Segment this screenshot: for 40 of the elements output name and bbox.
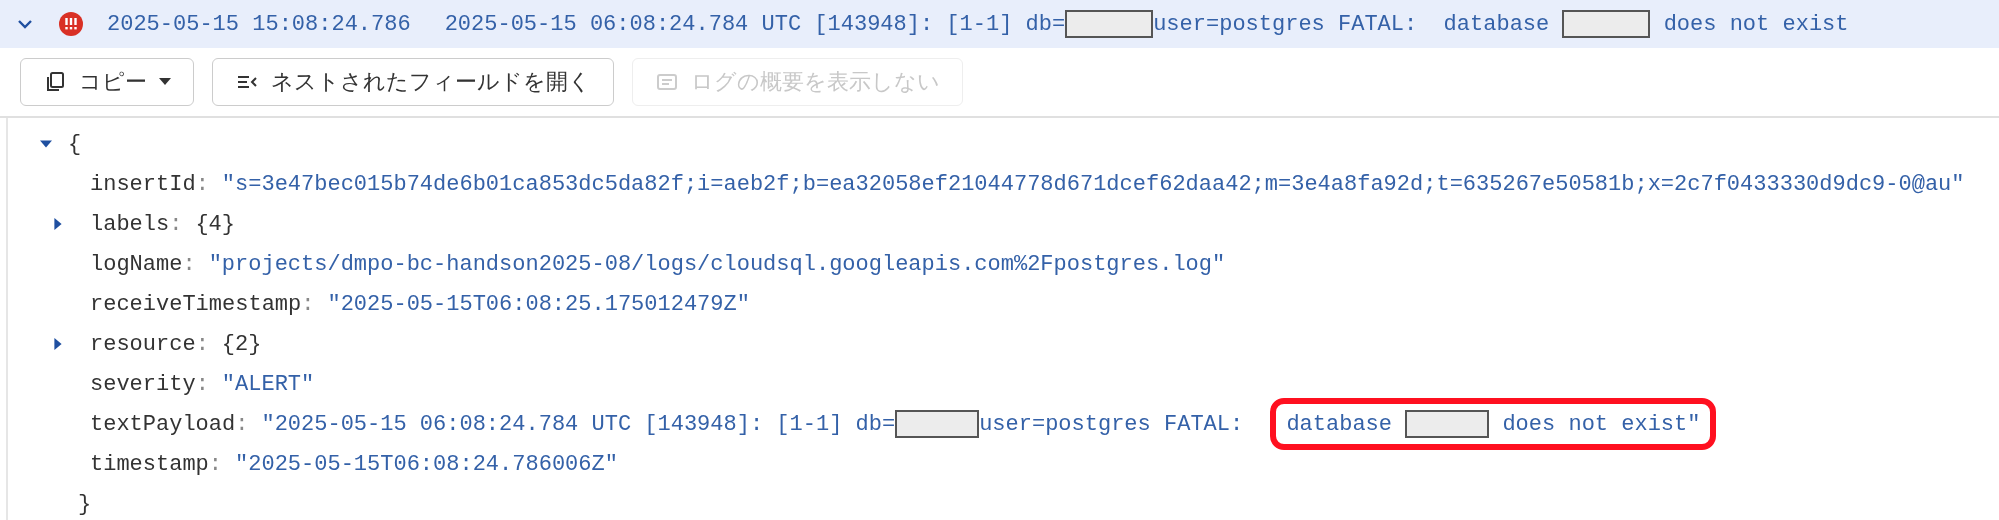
colon: : <box>182 251 196 277</box>
field-value: "s=3e47bec015b74de6b01ca853dc5da82f;i=aeb2f;b=ea32058ef21044778d671dcef62daa42;m=3e4a8fa92d;t=635267e50581b;x=2c7f0433330d9dc9-0@au" <box>221 171 1965 197</box>
colon: : <box>195 171 209 197</box>
brace: } <box>78 491 92 517</box>
colon: : <box>195 371 209 397</box>
field-value: "projects/dmpo-bc-handson2025-08/logs/cloudsql.googleapis.com%2Fpostgres.log" <box>208 251 1226 277</box>
expand-triangle-icon[interactable] <box>40 138 52 150</box>
expand-button[interactable]: ネストされたフィールドを開く <box>212 58 614 106</box>
log-message: user=postgres FATAL: database <box>1153 11 1551 37</box>
expand-triangle-icon[interactable] <box>52 218 64 230</box>
field-value: {4} <box>195 211 236 237</box>
field-key: insertId <box>90 171 196 197</box>
field-key: textPayload <box>90 411 236 437</box>
caret-icon <box>159 78 171 86</box>
colon: : <box>235 411 249 437</box>
copy-button[interactable]: コピー <box>20 58 194 106</box>
field-key: receiveTimestamp <box>90 291 302 317</box>
field-value: "2025-05-15T06:08:25.175012479Z" <box>327 291 750 317</box>
expand-triangle-icon[interactable] <box>52 338 64 350</box>
colon: : <box>208 451 223 477</box>
colon: : <box>195 331 209 357</box>
brace: { <box>68 131 82 157</box>
log-message: 2025-05-15 06:08:24.784 UTC [143948]: [1-1] db= <box>444 11 1066 37</box>
field-value: "2025-05-15 06:08:24.784 UTC [143948]: [1-1] db= <box>261 411 896 437</box>
field-value: database <box>1286 411 1393 437</box>
field-key: logName <box>90 251 183 277</box>
field-key: severity <box>90 371 196 397</box>
colon: : <box>169 211 183 237</box>
field-value: "2025-05-15T06:08:24.786006Z" <box>235 451 618 477</box>
field-value: does not exist" <box>1501 411 1701 437</box>
log-message: does not exist <box>1662 11 1849 37</box>
field-key: timestamp <box>90 451 209 477</box>
field-key: resource <box>90 331 196 357</box>
field-value: user=postgres FATAL: <box>979 411 1245 437</box>
field-value: {2} <box>221 331 262 357</box>
colon: : <box>301 291 315 317</box>
log-entry-header[interactable]: 2025-05-15 15:08:24.786 2025-05-15 06:08:24.784 UTC [143948]: [1-1] db= user=postgres FATAL: database does not exist <box>0 0 1999 48</box>
field-value: "ALERT" <box>221 371 315 397</box>
field-key: labels <box>90 211 170 237</box>
log-timestamp: 2025-05-15 15:08:24.786 <box>107 11 411 37</box>
